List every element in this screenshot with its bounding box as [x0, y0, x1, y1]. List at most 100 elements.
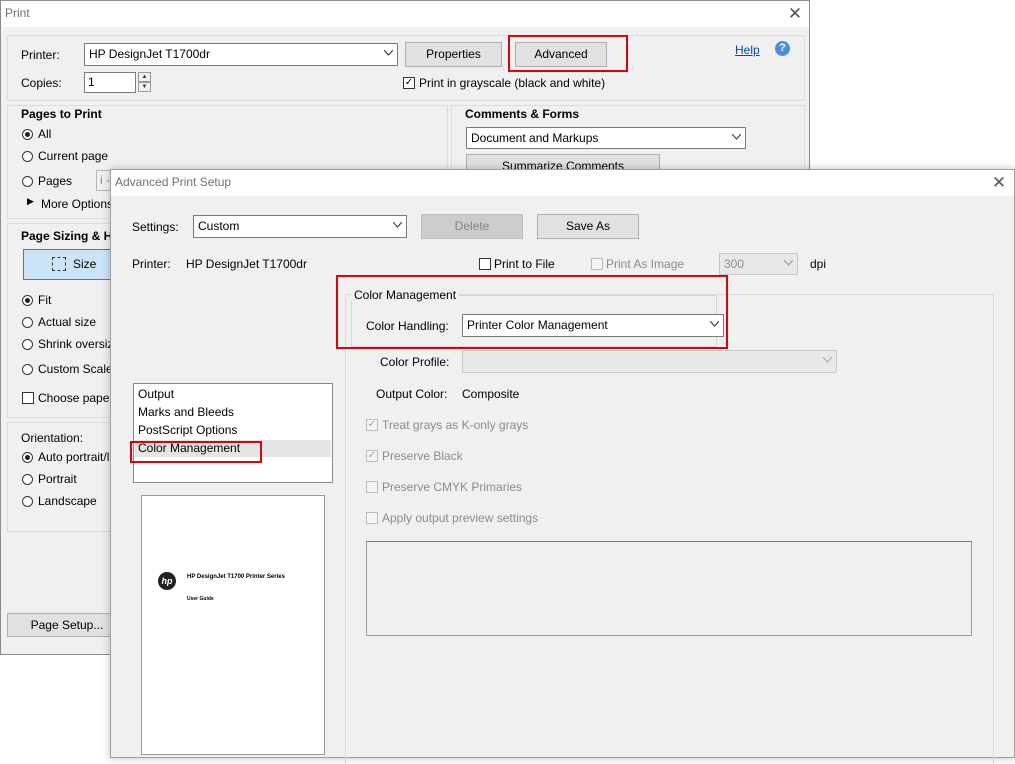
color-handling-select[interactable]: Printer Color Management — [462, 314, 724, 337]
current-page-radio[interactable] — [22, 151, 33, 162]
apply-preview-label: Apply output preview settings — [382, 511, 539, 525]
grayscale-checkbox[interactable]: ✓ — [403, 77, 415, 89]
comments-forms-value: Document and Markups — [471, 131, 599, 145]
comments-forms-heading: Comments & Forms — [465, 107, 580, 121]
shrink-label: Shrink oversize — [38, 337, 121, 351]
treat-grays-label: Treat grays as K-only grays — [382, 418, 529, 432]
custom-scale-label: Custom Scale: — [38, 362, 117, 376]
advanced-dialog-title: Advanced Print Setup — [115, 175, 232, 189]
copies-label: Copies: — [21, 76, 62, 90]
output-color-label: Output Color: — [376, 387, 448, 401]
chevron-down-icon — [781, 254, 795, 266]
comments-forms-select[interactable]: Document and Markups — [466, 127, 746, 149]
current-page-label: Current page — [38, 149, 109, 163]
color-handling-label: Color Handling: — [366, 319, 449, 333]
category-item-postscript-options[interactable]: PostScript Options — [138, 423, 237, 437]
print-close-icon[interactable]: ✕ — [784, 3, 806, 25]
properties-button[interactable]: Properties — [405, 42, 502, 67]
portrait-label: Portrait — [38, 472, 77, 486]
fit-label: Fit — [38, 293, 52, 307]
print-to-file-label: Print to File — [494, 257, 555, 271]
actual-size-label: Actual size — [38, 315, 97, 329]
shrink-radio[interactable] — [22, 339, 33, 350]
copies-up-arrow-icon[interactable]: ▲ — [138, 72, 151, 82]
auto-orientation-radio[interactable] — [22, 452, 33, 463]
advanced-button[interactable]: Advanced — [515, 42, 607, 67]
color-handling-value: Printer Color Management — [467, 318, 608, 332]
landscape-label: Landscape — [38, 494, 97, 508]
preserve-cmyk-label: Preserve CMYK Primaries — [382, 480, 523, 494]
advanced-print-setup-dialog: Advanced Print Setup ✕ Settings: Custom … — [110, 169, 1015, 764]
pages-label: Pages — [38, 174, 73, 188]
treat-grays-checkbox[interactable]: ✓ — [366, 419, 378, 431]
preview-doc-subtitle: User Guide — [187, 596, 214, 602]
category-item-marks-and-bleeds[interactable]: Marks and Bleeds — [138, 405, 234, 419]
settings-select-value: Custom — [198, 219, 240, 233]
color-profile-select[interactable] — [462, 350, 837, 373]
advanced-printer-value: HP DesignJet T1700dr — [186, 257, 307, 271]
page-setup-button[interactable]: Page Setup... — [7, 613, 127, 637]
print-to-file-checkbox[interactable] — [479, 258, 491, 270]
apply-preview-checkbox[interactable] — [366, 512, 378, 524]
choose-paper-checkbox[interactable] — [22, 392, 34, 404]
print-titlebar: Print ✕ — [1, 1, 809, 27]
advanced-close-icon[interactable]: ✕ — [988, 172, 1010, 194]
chevron-down-icon — [729, 128, 743, 140]
expand-arrow-icon[interactable]: ▶ — [27, 196, 34, 207]
copies-down-arrow-icon[interactable]: ▼ — [138, 82, 151, 92]
dpi-label: dpi — [810, 257, 827, 271]
advanced-titlebar: Advanced Print Setup ✕ — [111, 170, 1014, 196]
dpi-select[interactable]: 300 — [719, 253, 798, 275]
chevron-down-icon — [381, 44, 395, 56]
preview-doc-title: HP DesignJet T1700 Printer Series — [187, 574, 285, 580]
help-icon[interactable]: ? — [775, 41, 790, 56]
grayscale-label: Print in grayscale (black and white) — [419, 76, 606, 90]
color-profile-label: Color Profile: — [380, 355, 450, 369]
printer-panel: Printer: HP DesignJet T1700dr Properties… — [7, 35, 805, 101]
size-button-label: Size — [73, 257, 97, 271]
page-preview: hp HP DesignJet T1700 Printer Series Use… — [141, 495, 325, 755]
hp-logo: hp — [158, 572, 176, 590]
fit-radio[interactable] — [22, 295, 33, 306]
actual-size-radio[interactable] — [22, 317, 33, 328]
printer-select[interactable]: HP DesignJet T1700dr — [84, 43, 398, 66]
printer-label: Printer: — [21, 48, 60, 62]
settings-select[interactable]: Custom — [193, 215, 407, 238]
advanced-printer-label: Printer: — [132, 257, 171, 271]
size-button[interactable]: Size — [23, 249, 119, 280]
pages-radio[interactable] — [22, 176, 33, 187]
output-color-value: Composite — [462, 387, 520, 401]
resize-icon — [52, 257, 66, 271]
description-box — [366, 541, 972, 636]
all-label: All — [38, 127, 52, 141]
dpi-select-value: 300 — [724, 257, 745, 271]
category-list: Output Marks and Bleeds PostScript Optio… — [133, 383, 333, 483]
choose-paper-label: Choose paper — [38, 391, 114, 405]
more-options-label[interactable]: More Options — [41, 197, 113, 211]
pages-to-print-heading: Pages to Print — [21, 107, 102, 121]
orientation-heading: Orientation: — [21, 431, 84, 445]
custom-scale-radio[interactable] — [22, 364, 33, 375]
print-as-image-label: Print As Image — [606, 257, 685, 271]
save-as-button[interactable]: Save As — [537, 214, 639, 239]
category-item-color-management[interactable]: Color Management — [138, 441, 240, 455]
print-as-image-checkbox[interactable] — [591, 258, 603, 270]
chevron-down-icon — [707, 315, 721, 327]
printer-select-value: HP DesignJet T1700dr — [89, 47, 210, 61]
color-management-group-title: Color Management — [351, 288, 460, 302]
print-dialog-title: Print — [5, 6, 30, 20]
category-item-output[interactable]: Output — [138, 387, 174, 401]
preserve-cmyk-checkbox[interactable] — [366, 481, 378, 493]
all-radio[interactable] — [22, 129, 33, 140]
help-link[interactable]: Help — [735, 43, 760, 57]
auto-orientation-label: Auto portrait/l — [38, 450, 110, 464]
landscape-radio[interactable] — [22, 496, 33, 507]
page-sizing-heading: Page Sizing & Ha — [21, 229, 120, 243]
preserve-black-checkbox[interactable]: ✓ — [366, 450, 378, 462]
preserve-black-label: Preserve Black — [382, 449, 463, 463]
portrait-radio[interactable] — [22, 474, 33, 485]
delete-button[interactable]: Delete — [421, 214, 523, 239]
chevron-down-icon — [390, 216, 404, 228]
copies-input[interactable]: 1 — [84, 72, 136, 93]
settings-label: Settings: — [132, 220, 179, 234]
